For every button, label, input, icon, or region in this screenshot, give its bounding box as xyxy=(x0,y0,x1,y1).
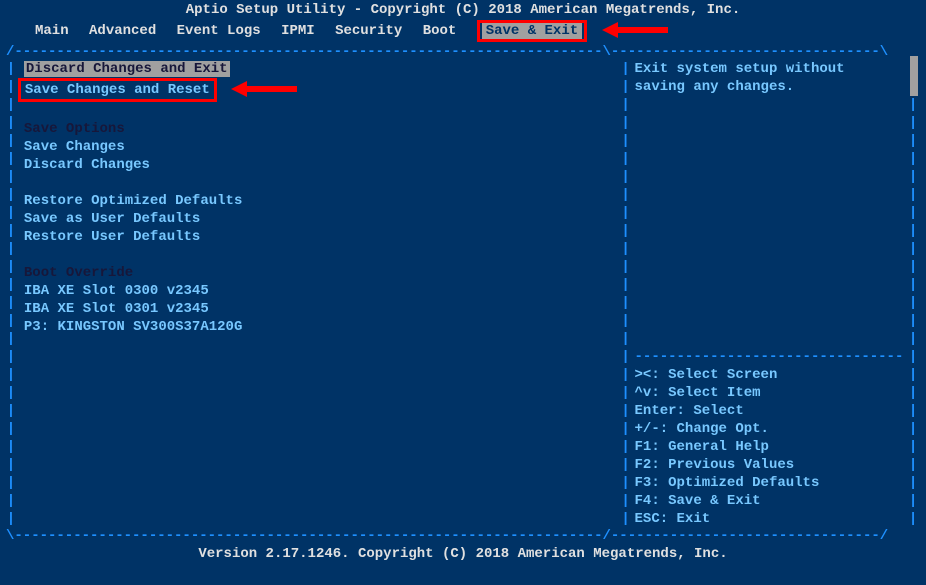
help-text-1: Exit system setup without xyxy=(635,60,905,78)
header-boot-override: Boot Override xyxy=(24,264,613,282)
menu-bar: Main Advanced Event Logs IPMI Security B… xyxy=(0,20,926,44)
key-help-6: F2: Previous Values xyxy=(635,456,905,474)
frame-mid-border: |||||||||||||||||||||||||| xyxy=(621,60,631,528)
key-help-1: ><: Select Screen xyxy=(635,366,905,384)
opt-discard-changes[interactable]: Discard Changes xyxy=(24,156,613,174)
frame-bottom: \---------------------------------------… xyxy=(6,528,918,544)
menu-main[interactable]: Main xyxy=(35,23,69,39)
opt-save-changes[interactable]: Save Changes xyxy=(24,138,613,156)
opt-restore-user-defaults[interactable]: Restore User Defaults xyxy=(24,228,613,246)
key-help-2: ^v: Select Item xyxy=(635,384,905,402)
footer: Version 2.17.1246. Copyright (C) 2018 Am… xyxy=(0,544,926,564)
opt-restore-optimized[interactable]: Restore Optimized Defaults xyxy=(24,192,613,210)
key-help-5: F1: General Help xyxy=(635,438,905,456)
menu-ipmi[interactable]: IPMI xyxy=(281,23,315,39)
right-divider: -------------------------------- xyxy=(635,348,905,366)
opt-boot-1[interactable]: IBA XE Slot 0300 v2345 xyxy=(24,282,613,300)
right-pane: Exit system setup without saving any cha… xyxy=(631,60,909,528)
menu-save-exit[interactable]: Save & Exit xyxy=(482,23,582,39)
opt-save-reset[interactable]: Save Changes and Reset xyxy=(25,82,210,98)
help-text-2: saving any changes. xyxy=(635,78,905,96)
menu-advanced[interactable]: Advanced xyxy=(89,23,156,39)
opt-save-user-defaults[interactable]: Save as User Defaults xyxy=(24,210,613,228)
opt-discard-exit[interactable]: Discard Changes and Exit xyxy=(24,61,230,77)
opt-boot-2[interactable]: IBA XE Slot 0301 v2345 xyxy=(24,300,613,318)
menu-event-logs[interactable]: Event Logs xyxy=(177,23,261,39)
opt-boot-3[interactable]: P3: KINGSTON SV300S37A120G xyxy=(24,318,613,336)
key-help-7: F3: Optimized Defaults xyxy=(635,474,905,492)
key-help-8: F4: Save & Exit xyxy=(635,492,905,510)
left-pane: Discard Changes and Exit Save Changes an… xyxy=(16,60,621,528)
menu-boot[interactable]: Boot xyxy=(423,23,457,39)
highlight-box-save-reset: Save Changes and Reset xyxy=(18,78,217,102)
scrollbar-thumb[interactable] xyxy=(910,56,918,96)
frame-top: /---------------------------------------… xyxy=(6,44,918,60)
frame-right-border: |||||||||||||||||||||||||| xyxy=(908,60,918,528)
header-save-options: Save Options xyxy=(24,120,613,138)
title-bar: Aptio Setup Utility - Copyright (C) 2018… xyxy=(0,0,926,20)
frame-left-border: |||||||||||||||||||||||||| xyxy=(6,60,16,528)
key-help-3: Enter: Select xyxy=(635,402,905,420)
highlight-box-menu: Save & Exit xyxy=(477,20,587,42)
menu-security[interactable]: Security xyxy=(335,23,402,39)
arrow-icon xyxy=(602,22,668,39)
arrow-icon xyxy=(231,80,297,98)
key-help-4: +/-: Change Opt. xyxy=(635,420,905,438)
key-help-9: ESC: Exit xyxy=(635,510,905,528)
bios-frame: /---------------------------------------… xyxy=(6,44,918,544)
